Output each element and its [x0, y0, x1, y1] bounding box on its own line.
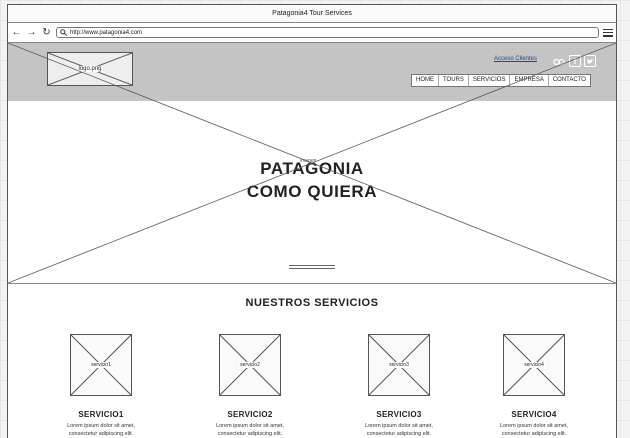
service-card[interactable]: servicio1 SERVICIO1 Lorem ipsum dolor si… [31, 334, 171, 438]
tripadvisor-icon[interactable] [553, 55, 565, 67]
service-image-label: servicio3 [388, 362, 410, 368]
service-desc-line1: Lorem ipsum dolor sit amet, [67, 423, 135, 429]
service-description: Lorem ipsum dolor sit amet, consectetur … [464, 422, 604, 438]
service-image: servicio2 [219, 334, 281, 396]
nav-empresa[interactable]: EMPRESA [510, 75, 549, 86]
address-bar[interactable]: http://www.patagonia4.com [56, 27, 599, 38]
service-name: SERVICIO1 [78, 410, 124, 419]
facebook-icon[interactable]: f [569, 55, 581, 67]
search-icon [60, 29, 67, 36]
services-section: NUESTROS SERVICIOS servicio1 SERVICIO1 L… [8, 284, 616, 438]
back-arrow-icon[interactable]: ← [11, 27, 22, 38]
service-name: SERVICIO3 [376, 410, 422, 419]
service-desc-line1: Lorem ipsum dolor sit amet, [500, 423, 568, 429]
forward-arrow-icon[interactable]: → [26, 27, 37, 38]
nav-tours[interactable]: TOURS [439, 75, 469, 86]
service-desc-line2: consectetur adipiscing elit. [501, 431, 567, 437]
service-desc-line2: consectetur adipiscing elit. [366, 431, 432, 437]
reload-icon[interactable]: ↻ [41, 27, 52, 38]
service-image-label: servicio4 [523, 362, 545, 368]
twitter-icon[interactable] [584, 55, 596, 67]
hero-title-line2: COMO QUIERA [246, 182, 378, 201]
slider-indicator[interactable] [289, 265, 335, 270]
service-desc-line2: consectetur adipiscing elit. [68, 431, 134, 437]
window-title: Patagonia4 Tour Services [8, 5, 616, 23]
nav-servicios[interactable]: SERVICIOS [469, 75, 511, 86]
service-image: servicio4 [503, 334, 565, 396]
service-name: SERVICIO4 [511, 410, 557, 419]
browser-window: Patagonia4 Tour Services ← → ↻ http://ww… [7, 4, 617, 438]
service-image: servicio1 [70, 334, 132, 396]
service-desc-line2: consectetur adipiscing elit. [217, 431, 283, 437]
main-nav: HOME TOURS SERVICIOS EMPRESA CONTACTO [411, 74, 591, 87]
site-header: logo.png Acceso Clientes f HOME TOURS SE… [8, 43, 616, 101]
nav-contacto[interactable]: CONTACTO [549, 75, 590, 86]
acceso-clientes-link[interactable]: Acceso Clientes [494, 56, 537, 62]
service-card[interactable]: servicio2 SERVICIO2 Lorem ipsum dolor si… [180, 334, 320, 438]
service-card[interactable]: servicio4 SERVICIO4 Lorem ipsum dolor si… [464, 334, 604, 438]
hero-section: PATAGONIA COMO QUIERA imagen [8, 101, 616, 284]
logo-label: logo.png [77, 66, 103, 72]
service-card[interactable]: servicio3 SERVICIO3 Lorem ipsum dolor si… [329, 334, 469, 438]
services-title: NUESTROS SERVICIOS [245, 297, 379, 309]
url-text: http://www.patagonia4.com [70, 29, 143, 36]
service-description: Lorem ipsum dolor sit amet, consectetur … [180, 422, 320, 438]
service-name: SERVICIO2 [227, 410, 273, 419]
browser-toolbar: ← → ↻ http://www.patagonia4.com [8, 23, 616, 43]
service-image: servicio3 [368, 334, 430, 396]
hamburger-menu-icon[interactable] [603, 28, 613, 37]
service-image-label: servicio1 [90, 362, 112, 368]
page-content: logo.png Acceso Clientes f HOME TOURS SE… [8, 43, 616, 438]
logo-placeholder[interactable]: logo.png [47, 52, 133, 86]
service-desc-line1: Lorem ipsum dolor sit amet, [365, 423, 433, 429]
nav-home[interactable]: HOME [412, 75, 439, 86]
hero-image-label: imagen [300, 158, 317, 164]
service-desc-line1: Lorem ipsum dolor sit amet, [216, 423, 284, 429]
service-description: Lorem ipsum dolor sit amet, consectetur … [31, 422, 171, 438]
service-image-label: servicio2 [239, 362, 261, 368]
service-description: Lorem ipsum dolor sit amet, consectetur … [329, 422, 469, 438]
